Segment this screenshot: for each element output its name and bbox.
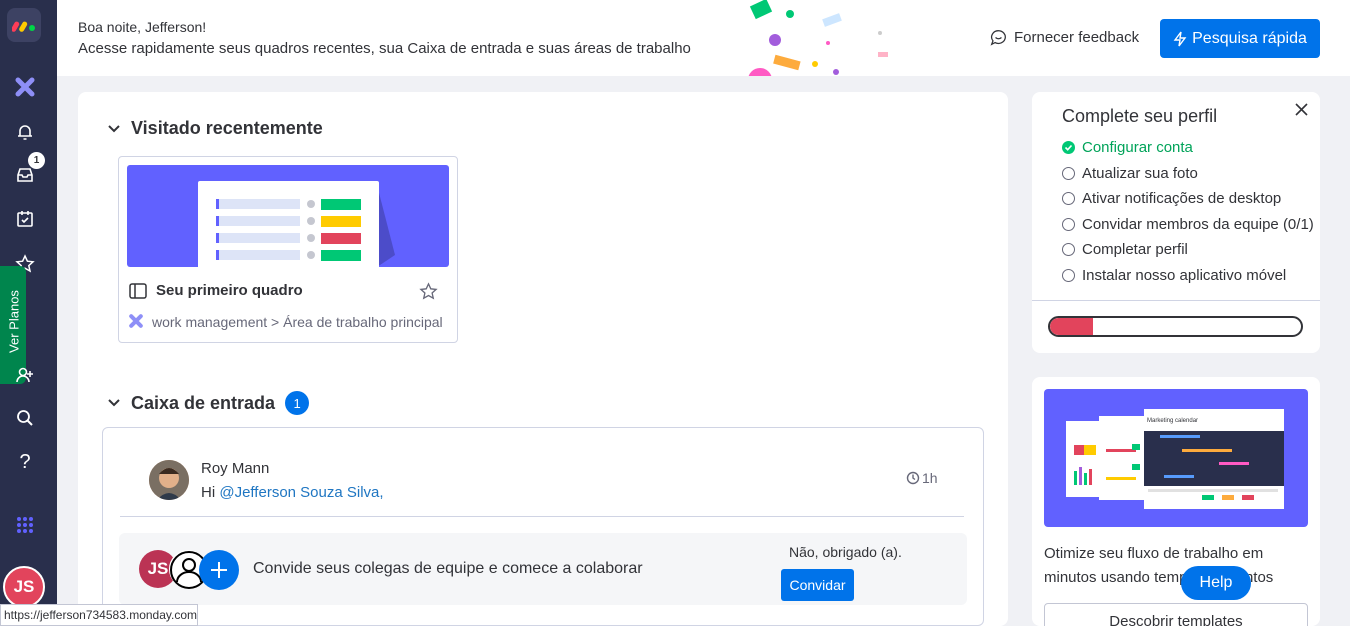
- discover-templates-button[interactable]: Descobrir templates: [1044, 603, 1308, 626]
- quick-search-button[interactable]: Pesquisa rápida: [1160, 19, 1320, 58]
- confetti-decoration: [748, 0, 888, 76]
- empty-circle-icon: [1062, 268, 1075, 282]
- profile-step-label: Completar perfil: [1082, 241, 1188, 258]
- bell-icon[interactable]: [10, 117, 40, 147]
- chevron-down-icon: [108, 399, 120, 407]
- sidebar: 1 Ver Planos ? JS: [0, 0, 57, 626]
- help-button[interactable]: Help: [1181, 566, 1251, 600]
- monday-logo-icon[interactable]: [7, 8, 41, 42]
- add-member-icon[interactable]: [199, 550, 239, 590]
- empty-circle-icon: [1062, 192, 1075, 205]
- profile-step[interactable]: Instalar nosso aplicativo móvel: [1062, 267, 1286, 284]
- decline-invite-link[interactable]: Não, obrigado (a).: [789, 544, 902, 560]
- inbox-badge: 1: [28, 152, 45, 169]
- templates-thumb-title: Marketing calendar: [1147, 418, 1198, 424]
- profile-step-label: Configurar conta: [1082, 139, 1193, 156]
- templates-thumbnail[interactable]: Marketing calendar: [1044, 389, 1308, 527]
- board-thumbnail: [127, 165, 449, 267]
- divider: [1032, 300, 1320, 301]
- empty-circle-icon: [1062, 217, 1075, 231]
- feedback-label: Fornecer feedback: [1014, 29, 1140, 46]
- greeting-text: Boa noite, Jefferson!: [78, 19, 207, 35]
- user-mention[interactable]: @Jefferson Souza Silva,: [219, 484, 383, 501]
- status-bar-url: https://jefferson734583.monday.com: [0, 604, 198, 626]
- recent-section-title: Visitado recentemente: [131, 118, 323, 138]
- board-breadcrumb: work management > Área de trabalho princ…: [152, 314, 443, 330]
- profile-step[interactable]: Convidar membros da equipe (0/1): [1062, 216, 1314, 233]
- search-icon[interactable]: [10, 403, 40, 433]
- chevron-down-icon: [108, 124, 120, 132]
- board-name[interactable]: Seu primeiro quadro: [156, 282, 303, 299]
- update-time: 1h: [906, 470, 938, 486]
- clock-icon: [906, 471, 920, 485]
- help-question-icon[interactable]: ?: [10, 447, 40, 477]
- profile-step[interactable]: Completar perfil: [1062, 241, 1188, 258]
- invite-members-icon[interactable]: [10, 360, 40, 390]
- profile-card-title: Complete seu perfil: [1062, 106, 1218, 126]
- profile-step-label: Instalar nosso aplicativo móvel: [1082, 266, 1287, 284]
- check-circle-icon: [1062, 141, 1075, 154]
- empty-circle-icon: [1062, 243, 1075, 256]
- update-author[interactable]: Roy Mann: [201, 460, 269, 477]
- profile-progress-fill: [1050, 318, 1093, 335]
- user-avatar[interactable]: JS: [3, 566, 45, 608]
- my-work-icon[interactable]: [10, 204, 40, 234]
- see-plans-label: Ver Planos: [6, 290, 22, 353]
- quick-search-label: Pesquisa rápida: [1192, 29, 1307, 47]
- invite-button[interactable]: Convidar: [781, 569, 854, 601]
- apps-grid-icon[interactable]: [10, 510, 40, 540]
- inbox-count-badge: 1: [285, 391, 310, 415]
- inbox-section-title: Caixa de entrada: [131, 392, 276, 413]
- profile-step[interactable]: Configurar conta: [1062, 139, 1193, 156]
- profile-step[interactable]: Ativar notificações de desktop: [1062, 190, 1281, 207]
- profile-progress-bar: [1048, 316, 1303, 337]
- update-message-prefix: Hi: [201, 484, 220, 501]
- work-management-icon[interactable]: [10, 72, 40, 102]
- lightning-icon: [1173, 31, 1187, 46]
- divider: [120, 516, 964, 517]
- profile-step-label: Convidar membros da equipe (0/1): [1082, 215, 1314, 233]
- profile-step-label: Atualizar sua foto: [1082, 164, 1198, 182]
- greeting-subtitle: Acesse rapidamente seus quadros recentes…: [78, 40, 691, 57]
- favorite-star-icon[interactable]: [419, 282, 438, 301]
- close-icon[interactable]: [1295, 103, 1308, 116]
- update-message: Hi @Jefferson Souza Silva,: [201, 484, 384, 501]
- update-time-label: 1h: [922, 470, 938, 486]
- feedback-link[interactable]: Fornecer feedback: [990, 29, 1139, 46]
- empty-circle-icon: [1062, 166, 1075, 180]
- recent-section-header[interactable]: Visitado recentemente: [107, 118, 323, 139]
- templates-description: Otimize seu fluxo de trabalho em minutos…: [1044, 545, 1274, 586]
- author-avatar: [149, 460, 189, 500]
- invite-text: Convide seus colegas de equipe e comece …: [253, 560, 643, 577]
- inbox-section-header[interactable]: Caixa de entrada 1: [107, 391, 310, 415]
- profile-step-label: Ativar notificações de desktop: [1082, 190, 1282, 207]
- feedback-chat-icon: [990, 30, 1006, 46]
- greeting-header: [57, 0, 1350, 76]
- profile-step[interactable]: Atualizar sua foto: [1062, 165, 1198, 182]
- board-icon: [129, 283, 147, 299]
- workspace-icon: [129, 314, 143, 328]
